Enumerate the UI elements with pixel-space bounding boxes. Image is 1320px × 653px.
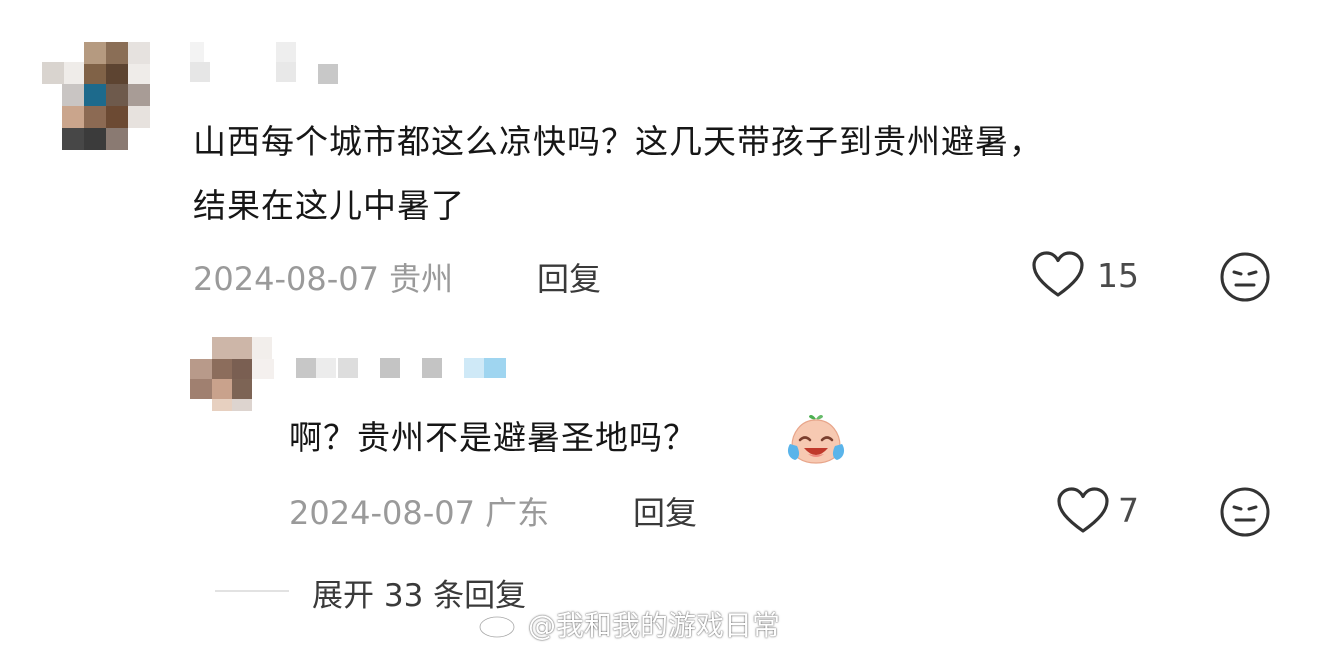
reply-avatar[interactable] [190, 337, 280, 417]
dislike-button[interactable] [1219, 251, 1271, 303]
comment-thread: 山西每个城市都这么凉快吗？这几天带孩子到贵州避暑， 结果在这儿中暑了 2024-… [0, 0, 1320, 653]
comment-text-line: 结果在这儿中暑了 [193, 186, 465, 225]
neutral-face-icon [1220, 252, 1270, 302]
comment-date: 2024-08-07 [193, 260, 379, 298]
reply-reply-button[interactable]: 回复 [633, 488, 697, 534]
reply-location: 广东 [485, 494, 550, 532]
watermark-text: @我和我的游戏日常 [528, 609, 781, 642]
reply-meta: 2024-08-07 广东 [289, 488, 549, 534]
reply-dislike-button[interactable] [1219, 486, 1271, 538]
divider [215, 590, 289, 592]
weibo-logo-icon [478, 609, 520, 639]
heart-outline-icon [1032, 251, 1084, 297]
reply-like-button[interactable] [1056, 486, 1112, 538]
like-count: 15 [1097, 256, 1139, 295]
comment-meta: 2024-08-07 贵州 [193, 254, 453, 300]
reply-button[interactable]: 回复 [537, 254, 601, 300]
reply-username[interactable] [296, 358, 508, 380]
comment-text-line: 山西每个城市都这么凉快吗？这几天带孩子到贵州避暑， [193, 122, 1043, 161]
heart-outline-icon [1057, 487, 1109, 533]
username[interactable] [190, 42, 340, 84]
like-button[interactable] [1031, 250, 1087, 302]
neutral-face-icon [1220, 487, 1270, 537]
reply-like-count: 7 [1118, 491, 1139, 530]
user-avatar[interactable] [42, 42, 150, 150]
reply-date: 2024-08-07 [289, 494, 475, 532]
reply-text: 啊？贵州不是避暑圣地吗？ [289, 418, 697, 457]
laughing-crying-emoji [786, 410, 846, 466]
reply-body: 啊？贵州不是避暑圣地吗？ [289, 406, 697, 470]
comment-body: 山西每个城市都这么凉快吗？这几天带孩子到贵州避暑， 结果在这儿中暑了 [193, 110, 1043, 238]
comment-location: 贵州 [389, 260, 454, 298]
